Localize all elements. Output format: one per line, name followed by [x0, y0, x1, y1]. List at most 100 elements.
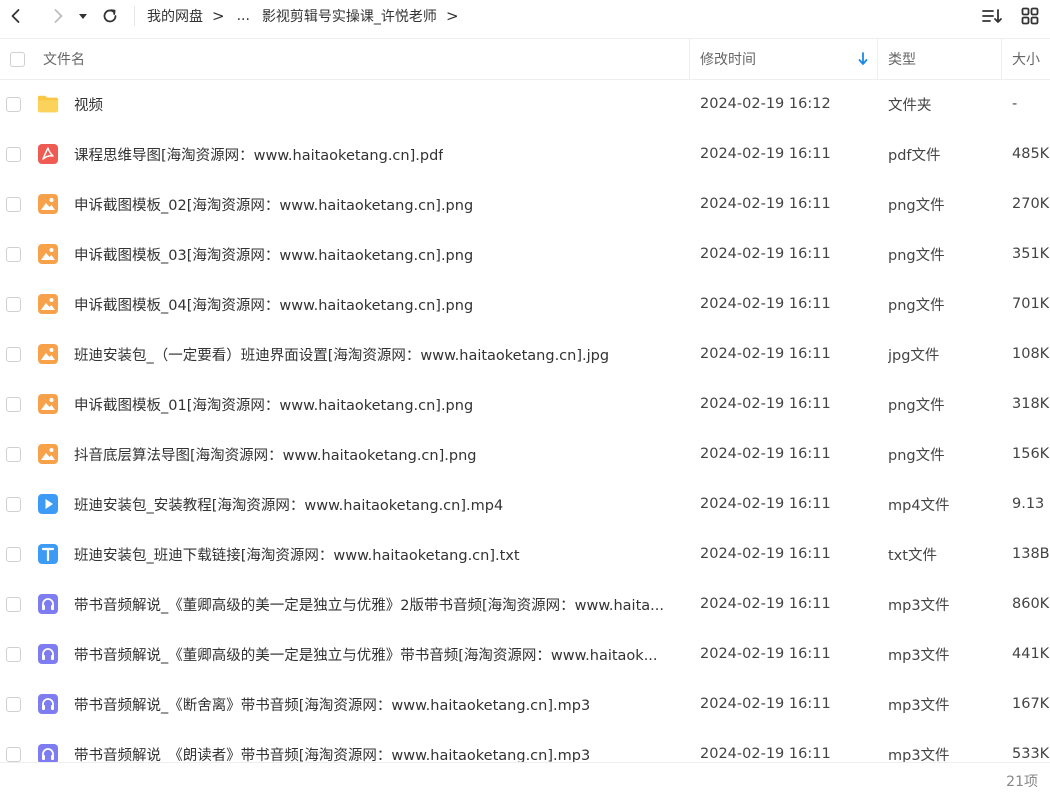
- sort-menu-button[interactable]: [978, 2, 1006, 30]
- file-size: 156K: [1012, 446, 1050, 462]
- image-icon: [37, 193, 59, 215]
- table-row[interactable]: 班迪安装包_班迪下载链接[海淘资源网：www.haitaoketang.cn].…: [0, 529, 1050, 579]
- table-row[interactable]: 抖音底层算法导图[海淘资源网：www.haitaoketang.cn].png …: [0, 429, 1050, 479]
- modified-time: 2024-02-19 16:11: [700, 296, 831, 312]
- grid-icon: [1021, 7, 1039, 25]
- row-checkbox-cell: [6, 179, 21, 229]
- row-checkbox-cell: [6, 229, 21, 279]
- modified-time: 2024-02-19 16:11: [700, 596, 831, 612]
- file-type-icon-cell: [37, 129, 59, 179]
- row-checkbox[interactable]: [6, 696, 21, 712]
- file-type: txt文件: [888, 547, 937, 564]
- file-size: 485K: [1012, 146, 1050, 162]
- row-checkbox[interactable]: [6, 146, 21, 162]
- file-name: 班迪安装包_安装教程[海淘资源网：www.haitaoketang.cn].mp…: [74, 497, 504, 514]
- column-header-size[interactable]: 大小: [1012, 39, 1040, 79]
- sort-descending-icon[interactable]: [858, 39, 868, 79]
- row-checkbox[interactable]: [6, 646, 21, 662]
- modified-time: 2024-02-19 16:11: [700, 746, 831, 762]
- history-dropdown-button[interactable]: [72, 2, 94, 30]
- row-checkbox[interactable]: [6, 296, 21, 312]
- file-type-icon-cell: [37, 579, 59, 629]
- caret-down-icon: [79, 14, 87, 19]
- file-type: png文件: [888, 447, 945, 464]
- modified-time: 2024-02-19 16:11: [700, 396, 831, 412]
- modified-time: 2024-02-19 16:11: [700, 346, 831, 362]
- refresh-button[interactable]: [96, 2, 124, 30]
- row-checkbox-cell: [6, 629, 21, 679]
- grid-view-button[interactable]: [1016, 2, 1044, 30]
- table-row[interactable]: 带书音频解说_《朗读者》带书音频[海淘资源网：www.haitaoketang.…: [0, 729, 1050, 762]
- modified-time: 2024-02-19 16:12: [700, 96, 831, 112]
- column-header-name[interactable]: 文件名: [43, 39, 85, 79]
- row-checkbox-cell: [6, 79, 21, 129]
- row-checkbox[interactable]: [6, 446, 21, 462]
- back-button[interactable]: [2, 2, 30, 30]
- row-checkbox-cell: [6, 429, 21, 479]
- file-type: pdf文件: [888, 147, 941, 164]
- file-manager-window: 我的网盘 > ... 影视剪辑号实操课_许悦老师 > 文件名 修改时间 类型 大…: [0, 0, 1050, 798]
- file-size: 270K: [1012, 196, 1050, 212]
- row-checkbox[interactable]: [6, 496, 21, 512]
- image-icon: [37, 343, 59, 365]
- row-checkbox[interactable]: [6, 346, 21, 362]
- table-row[interactable]: 申诉截图模板_03[海淘资源网：www.haitaoketang.cn].png…: [0, 229, 1050, 279]
- video-icon: [37, 493, 59, 515]
- table-row[interactable]: 申诉截图模板_04[海淘资源网：www.haitaoketang.cn].png…: [0, 279, 1050, 329]
- table-row[interactable]: 申诉截图模板_02[海淘资源网：www.haitaoketang.cn].png…: [0, 179, 1050, 229]
- forward-button[interactable]: [44, 2, 72, 30]
- file-type: png文件: [888, 297, 945, 314]
- row-checkbox[interactable]: [6, 746, 21, 762]
- select-all-checkbox[interactable]: [10, 51, 25, 67]
- sort-list-icon: [982, 9, 1002, 23]
- audio-icon: [37, 693, 59, 715]
- modified-time: 2024-02-19 16:11: [700, 246, 831, 262]
- breadcrumb-current[interactable]: 影视剪辑号实操课_许悦老师: [262, 6, 437, 26]
- row-checkbox[interactable]: [6, 96, 21, 112]
- file-type-icon-cell: [37, 629, 59, 679]
- image-icon: [37, 293, 59, 315]
- row-checkbox-cell: [6, 279, 21, 329]
- file-size: 108K: [1012, 346, 1050, 362]
- file-type-icon-cell: [37, 279, 59, 329]
- file-type-icon-cell: [37, 529, 59, 579]
- column-header-modified[interactable]: 修改时间: [700, 39, 756, 79]
- column-header-type[interactable]: 类型: [888, 39, 916, 79]
- row-checkbox-cell: [6, 729, 21, 762]
- file-size: 701K: [1012, 296, 1050, 312]
- table-row[interactable]: 视频 2024-02-19 16:12 文件夹 -: [0, 79, 1050, 129]
- table-row[interactable]: 带书音频解说_《董卿高级的美一定是独立与优雅》带书音频[海淘资源网：www.ha…: [0, 629, 1050, 679]
- pdf-icon: [37, 143, 59, 165]
- breadcrumb-root[interactable]: 我的网盘: [147, 6, 203, 26]
- table-row[interactable]: 申诉截图模板_01[海淘资源网：www.haitaoketang.cn].png…: [0, 379, 1050, 429]
- file-name: 班迪安装包_（一定要看）班迪界面设置[海淘资源网：www.haitaoketan…: [74, 347, 610, 364]
- file-type: mp4文件: [888, 497, 950, 514]
- table-row[interactable]: 班迪安装包_（一定要看）班迪界面设置[海淘资源网：www.haitaoketan…: [0, 329, 1050, 379]
- file-name: 抖音底层算法导图[海淘资源网：www.haitaoketang.cn].png: [74, 447, 477, 464]
- table-row[interactable]: 课程思维导图[海淘资源网：www.haitaoketang.cn].pdf 20…: [0, 129, 1050, 179]
- row-checkbox-cell: [6, 329, 21, 379]
- file-size: -: [1012, 96, 1018, 112]
- file-size: 860K: [1012, 596, 1050, 612]
- modified-time: 2024-02-19 16:11: [700, 146, 831, 162]
- table-row[interactable]: 班迪安装包_安装教程[海淘资源网：www.haitaoketang.cn].mp…: [0, 479, 1050, 529]
- breadcrumb-separator-icon: >: [212, 7, 225, 25]
- breadcrumb-ellipsis[interactable]: ...: [237, 8, 250, 24]
- row-checkbox[interactable]: [6, 246, 21, 262]
- table-row[interactable]: 带书音频解说_《董卿高级的美一定是独立与优雅》2版带书音频[海淘资源网：www.…: [0, 579, 1050, 629]
- file-list: 视频 2024-02-19 16:12 文件夹 - 课程思维导图[海淘资源网：w…: [0, 79, 1050, 762]
- chevron-left-icon: [11, 9, 20, 23]
- table-row[interactable]: 带书音频解说_《断舍离》带书音频[海淘资源网：www.haitaoketang.…: [0, 679, 1050, 729]
- row-checkbox[interactable]: [6, 396, 21, 412]
- row-checkbox[interactable]: [6, 596, 21, 612]
- select-all-checkbox-cell: [10, 39, 25, 79]
- row-checkbox-cell: [6, 479, 21, 529]
- file-name: 带书音频解说_《断舍离》带书音频[海淘资源网：www.haitaoketang.…: [74, 697, 591, 714]
- file-name: 课程思维导图[海淘资源网：www.haitaoketang.cn].pdf: [74, 147, 444, 164]
- row-checkbox[interactable]: [6, 196, 21, 212]
- file-type-icon-cell: [37, 229, 59, 279]
- row-checkbox[interactable]: [6, 546, 21, 562]
- file-type-icon-cell: [37, 479, 59, 529]
- file-name: 申诉截图模板_03[海淘资源网：www.haitaoketang.cn].png: [74, 247, 474, 264]
- file-name: 带书音频解说_《董卿高级的美一定是独立与优雅》2版带书音频[海淘资源网：www.…: [74, 597, 664, 614]
